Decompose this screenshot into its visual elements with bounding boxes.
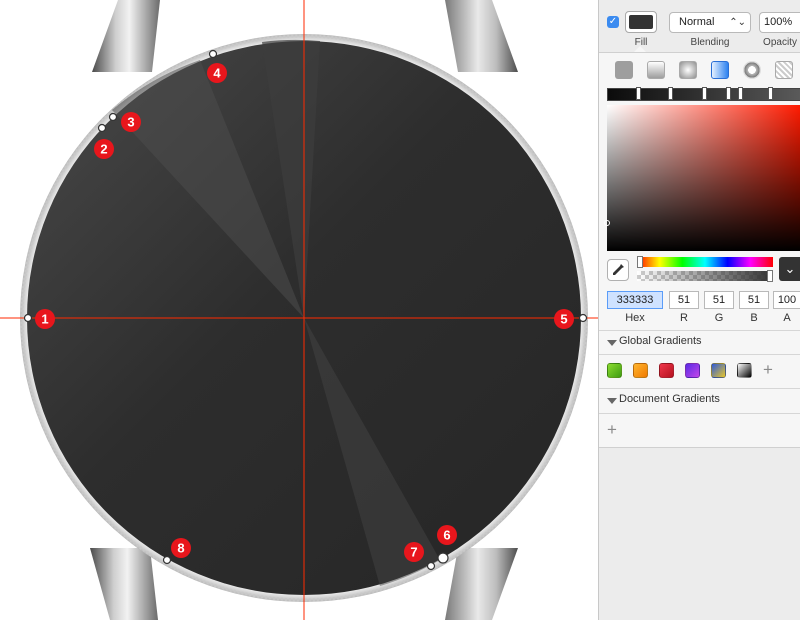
marker-number: 3 (127, 115, 134, 130)
canvas[interactable]: 1 2 3 4 5 6 7 8 (0, 0, 598, 620)
blue-field[interactable]: 51 (739, 291, 769, 309)
disclosure-triangle-icon (607, 340, 617, 346)
fill-color-swatch (629, 15, 653, 29)
strap-bottom-right (445, 548, 518, 620)
marker-number: 7 (410, 545, 417, 560)
control-point-handle[interactable] (97, 123, 107, 133)
hue-slider-knob[interactable] (637, 256, 643, 268)
opacity-field[interactable]: 100% (759, 12, 800, 33)
alpha-slider[interactable] (637, 270, 773, 282)
divider (599, 388, 800, 389)
global-gradients-title: Global Gradients (619, 335, 702, 347)
marker-number: 5 (560, 312, 567, 327)
divider (599, 413, 800, 414)
opacity-label: Opacity (763, 37, 797, 48)
gradient-swatch-rainbow[interactable] (711, 363, 726, 378)
blending-select[interactable]: Normal ⌃⌄ (669, 12, 751, 33)
hex-field[interactable]: 333333 (607, 291, 663, 309)
green-label: G (714, 312, 724, 324)
gradient-stop[interactable] (726, 87, 731, 100)
control-point-handle[interactable] (426, 561, 436, 571)
eyedropper-button[interactable] (607, 259, 629, 281)
pattern-fill-icon[interactable] (743, 61, 761, 79)
disclosure-triangle-icon (607, 398, 617, 404)
hex-label: Hex (625, 312, 645, 324)
hue-slider[interactable] (637, 256, 773, 268)
gradient-swatch-red[interactable] (659, 363, 674, 378)
marker-number: 8 (177, 541, 184, 556)
eyedropper-icon (613, 264, 624, 275)
chevron-down-icon: ⌄ (784, 261, 796, 276)
control-point-handle[interactable] (108, 112, 118, 122)
strap-top-left (92, 0, 160, 72)
gradient-stop[interactable] (636, 87, 641, 100)
document-gradients-title: Document Gradients (619, 393, 720, 405)
divider (599, 354, 800, 355)
control-point-handle[interactable] (208, 49, 218, 59)
marker-number: 2 (100, 142, 107, 157)
gradient-stop[interactable] (668, 87, 673, 100)
linear-gradient-icon[interactable] (647, 61, 665, 79)
red-label: R (680, 312, 688, 324)
control-point-handle[interactable] (162, 555, 172, 565)
gradient-swatch-orange[interactable] (633, 363, 648, 378)
gradient-swatch-black[interactable] (737, 363, 752, 378)
fill-color-well[interactable] (625, 11, 657, 33)
radial-gradient-icon[interactable] (679, 61, 697, 79)
inspector-panel: ✓ Fill Normal ⌃⌄ Blending 100% Opacity ⌄… (598, 0, 800, 620)
marker-number: 1 (41, 312, 48, 327)
color-popover: ⌄ 333333 51 51 51 100 Hex R G B A Global… (599, 52, 800, 448)
picker-handle[interactable] (604, 220, 610, 226)
alpha-label: A (783, 312, 791, 324)
strap-top-right (445, 0, 518, 72)
strap-bottom-left (90, 548, 158, 620)
marker-number: 4 (213, 66, 221, 81)
document-gradients-header[interactable]: Document Gradients (599, 393, 800, 409)
control-point-handle[interactable] (578, 313, 588, 323)
green-field[interactable]: 51 (704, 291, 734, 309)
solid-fill-icon[interactable] (615, 61, 633, 79)
global-gradients-header[interactable]: Global Gradients (599, 335, 800, 351)
add-document-gradient-button[interactable]: + (607, 421, 617, 438)
alpha-field[interactable]: 100 (773, 291, 800, 309)
gradient-stop[interactable] (768, 87, 773, 100)
alpha-slider-knob[interactable] (767, 270, 773, 282)
fill-row: ✓ Fill Normal ⌃⌄ Blending 100% Opacity (599, 0, 800, 52)
angular-gradient-icon[interactable] (711, 61, 729, 79)
fill-enabled-checkbox[interactable]: ✓ (607, 16, 619, 28)
chevron-updown-icon: ⌃⌄ (729, 17, 746, 28)
control-point-handle[interactable] (23, 313, 33, 323)
gradient-swatch-purple[interactable] (685, 363, 700, 378)
gradient-stop[interactable] (702, 87, 707, 100)
color-swatches-toggle[interactable]: ⌄ (779, 257, 800, 281)
blending-value: Normal (679, 16, 715, 28)
gradient-stops-bar[interactable] (607, 87, 800, 101)
red-field[interactable]: 51 (669, 291, 699, 309)
add-global-gradient-button[interactable]: + (763, 361, 773, 378)
noise-fill-icon[interactable] (775, 61, 793, 79)
marker-number: 6 (443, 528, 450, 543)
gradient-stop[interactable] (738, 87, 743, 100)
blending-label: Blending (690, 37, 730, 48)
saturation-brightness-picker[interactable] (604, 105, 800, 251)
control-point-handle[interactable] (437, 552, 449, 564)
gradient-swatch-green[interactable] (607, 363, 622, 378)
divider (599, 330, 800, 331)
blue-label: B (750, 312, 758, 324)
